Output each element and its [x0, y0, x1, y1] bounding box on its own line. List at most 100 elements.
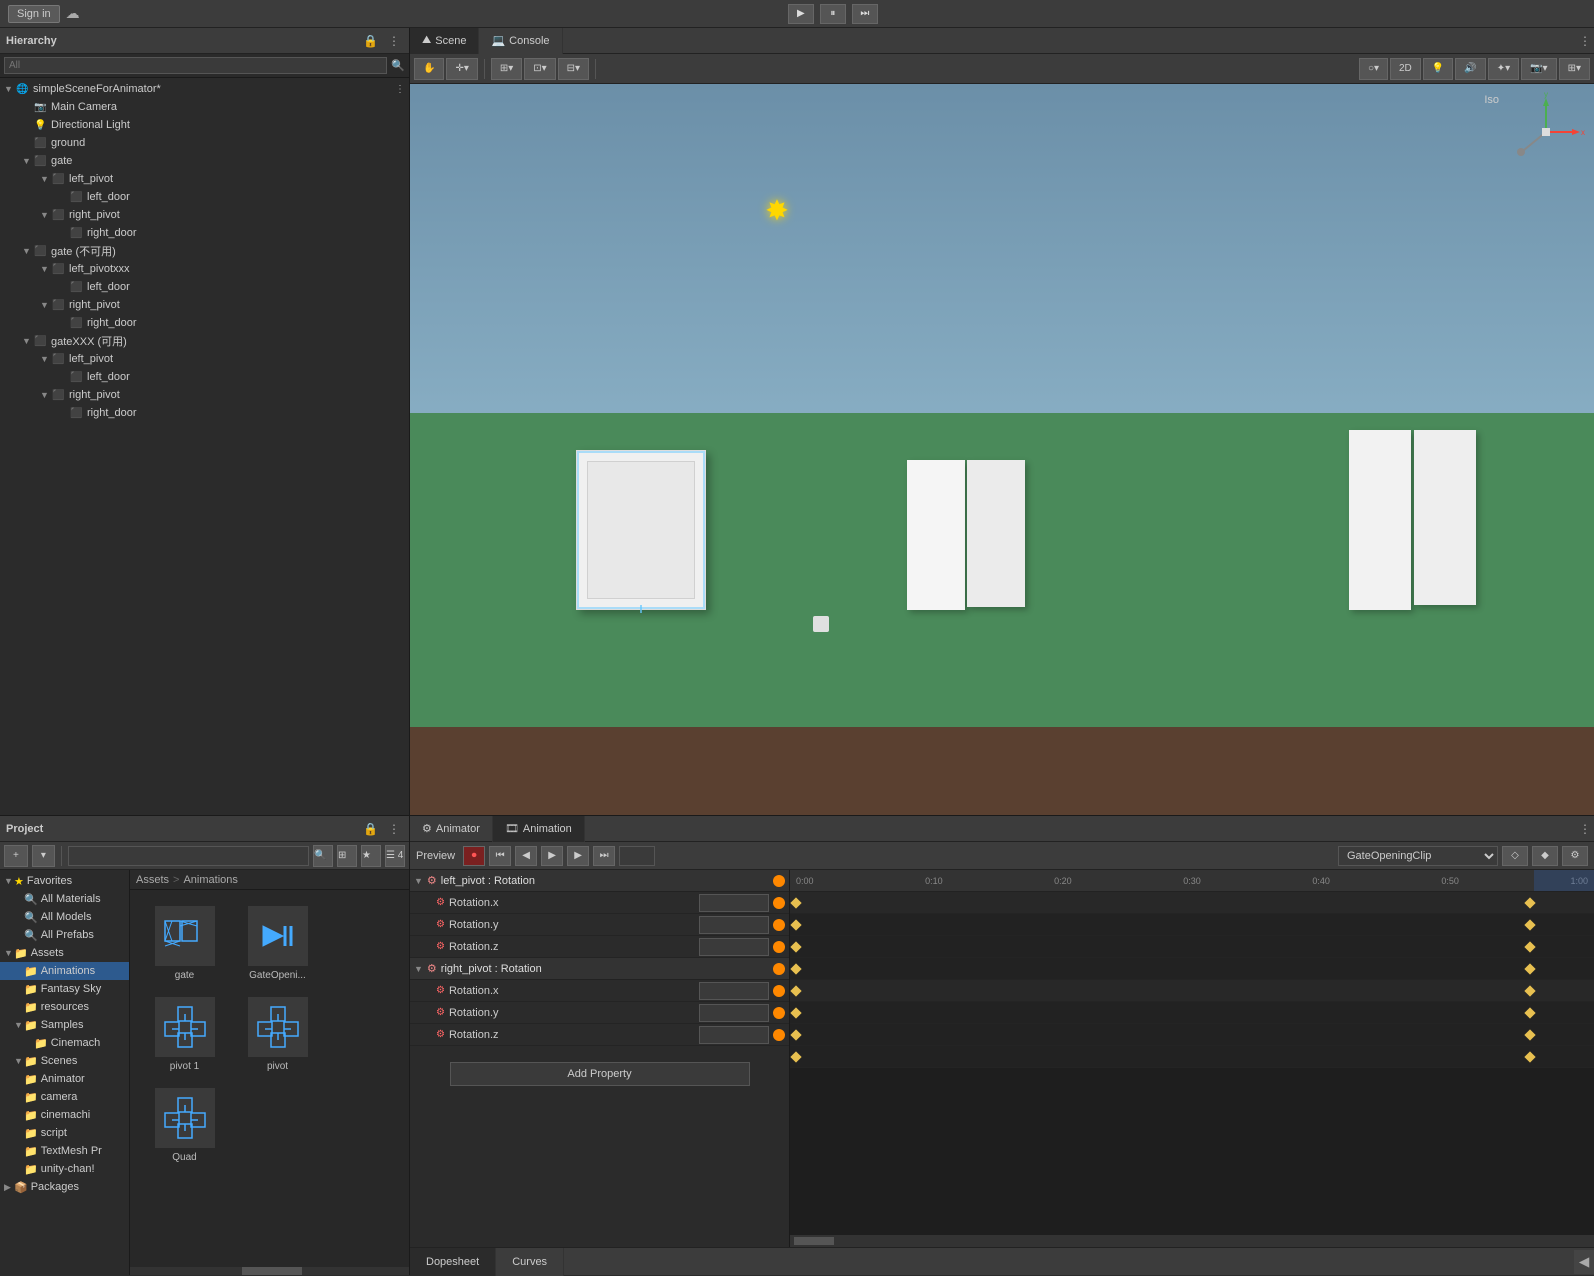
more-button[interactable]: ☰ 4 — [385, 845, 405, 867]
prop-keyframe-dot[interactable] — [773, 1029, 785, 1041]
hierarchy-item-left-pivot[interactable]: ▼ ⬛ left_pivot — [0, 170, 409, 188]
project-search-input[interactable] — [68, 846, 309, 866]
project-tree-resources[interactable]: 📁 resources — [0, 998, 129, 1016]
keyframe[interactable] — [1524, 963, 1535, 974]
prop-keyframe-dot[interactable] — [773, 919, 785, 931]
project-tree-favorites[interactable]: ▼ ★ Favorites — [0, 872, 129, 890]
gate-object-1[interactable] — [576, 450, 706, 610]
next-frame-button[interactable]: ▶ — [567, 846, 589, 866]
asset-item-gate-anim[interactable]: GateOpeni... — [235, 902, 320, 985]
step-button[interactable]: ⏭ — [852, 4, 878, 24]
hierarchy-item-left-door2[interactable]: ⬛ left_door — [0, 278, 409, 296]
hierarchy-item-dirlight[interactable]: 💡 Directional Light — [0, 116, 409, 134]
prev-frame-button[interactable]: ◀ — [515, 846, 537, 866]
prop-value-input[interactable]: 0 — [699, 1026, 769, 1044]
project-tree-all-materials[interactable]: 🔍 All Materials — [0, 890, 129, 908]
snap-button[interactable]: ⊡▾ — [524, 58, 555, 80]
move-tool-button[interactable]: ✛▾ — [446, 58, 477, 80]
scene-viewport[interactable]: ✸ — [410, 84, 1594, 815]
prev-keyframe-button[interactable]: ⏮ — [489, 846, 511, 866]
play-button[interactable]: ▶ — [788, 4, 814, 24]
asset-item-pivot[interactable]: pivot — [235, 993, 320, 1076]
hand-tool-button[interactable]: ✋ — [414, 58, 444, 80]
prop-value-input[interactable]: 0.188 — [699, 1004, 769, 1022]
project-tree-unity-chan[interactable]: 📁 unity-chan! — [0, 1160, 129, 1178]
project-tree-animations[interactable]: 📁 Animations — [0, 962, 129, 980]
keyframe[interactable] — [1524, 985, 1535, 996]
hierarchy-item-gate-disabled[interactable]: ▼ ⬛ gate (不可用) — [0, 242, 409, 260]
play-anim-button[interactable]: ▶ — [541, 846, 563, 866]
project-tree-cinemach[interactable]: 📁 Cinemach — [0, 1034, 129, 1052]
tab-animator[interactable]: ⚙ Animator — [410, 816, 493, 842]
breadcrumb-animations[interactable]: Animations — [183, 874, 237, 886]
prop-value-input[interactable]: 0 — [699, 982, 769, 1000]
hierarchy-item-left-pivotxxx[interactable]: ▼ ⬛ left_pivotxxx — [0, 260, 409, 278]
gizmo-widget[interactable]: y x — [1506, 92, 1586, 175]
hierarchy-item-right-pivot[interactable]: ▼ ⬛ right_pivot — [0, 206, 409, 224]
render-button[interactable]: ○▾ — [1359, 58, 1388, 80]
keyframe[interactable] — [790, 1051, 801, 1062]
prop-keyframe-dot[interactable] — [773, 985, 785, 997]
project-tree-cinemachi2[interactable]: 📁 cinemachi — [0, 1106, 129, 1124]
curves-button[interactable]: Curves — [496, 1248, 564, 1276]
hierarchy-search-input[interactable] — [4, 57, 387, 74]
gate-object-2[interactable] — [907, 460, 1025, 610]
add-property-button[interactable]: Add Property — [450, 1062, 750, 1086]
hierarchy-item-left-door[interactable]: ⬛ left_door — [0, 188, 409, 206]
scrollbar-thumb[interactable] — [242, 1267, 302, 1275]
prop-group-left-pivot[interactable]: ▼ ⚙ left_pivot : Rotation — [410, 870, 789, 892]
hierarchy-item-right-door[interactable]: ⬛ right_door — [0, 224, 409, 242]
group-keyframe-dot[interactable] — [773, 963, 785, 975]
keyframe[interactable] — [1524, 919, 1535, 930]
anim-menu-icon[interactable]: ⋮ — [1576, 821, 1594, 837]
keyframe[interactable] — [1524, 1029, 1535, 1040]
gate-object-3[interactable] — [1349, 430, 1476, 610]
save-project-button[interactable]: ▾ — [32, 845, 55, 867]
project-tree-packages[interactable]: ▶ 📦 Packages — [0, 1178, 129, 1196]
hierarchy-lock-icon[interactable]: 🔒 — [360, 33, 381, 49]
add-keyframe-button[interactable]: ◆ — [1532, 846, 1558, 866]
star-button[interactable]: ★ — [361, 845, 381, 867]
project-tree-scenes[interactable]: ▼ 📁 Scenes — [0, 1052, 129, 1070]
grid-button[interactable]: ⊞▾ — [491, 58, 522, 80]
timeline-scrollbar[interactable] — [790, 1235, 1594, 1247]
keyframe[interactable] — [1524, 1051, 1535, 1062]
pause-button[interactable]: ⏸ — [820, 4, 846, 24]
prop-value-input[interactable]: -0.188 — [699, 916, 769, 934]
keyframe-button[interactable]: ◇ — [1502, 846, 1528, 866]
keyframe[interactable] — [790, 897, 801, 908]
add-asset-button[interactable]: + — [4, 845, 28, 867]
keyframe[interactable] — [790, 1007, 801, 1018]
keyframe[interactable] — [1524, 897, 1535, 908]
record-button[interactable]: ⏺ — [463, 846, 485, 866]
keyframe[interactable] — [1524, 1007, 1535, 1018]
project-scrollbar[interactable] — [130, 1267, 409, 1275]
effects-button[interactable]: ✦▾ — [1488, 58, 1519, 80]
group-keyframe-dot[interactable] — [773, 875, 785, 887]
keyframe[interactable] — [790, 919, 801, 930]
project-tree-animator[interactable]: 📁 Animator — [0, 1070, 129, 1088]
timeline-scroll-left[interactable]: ◀ — [1574, 1250, 1594, 1274]
hierarchy-item-right-pivot2[interactable]: ▼ ⬛ right_pivot — [0, 296, 409, 314]
2d-button[interactable]: 2D — [1390, 58, 1421, 80]
project-tree-all-prefabs[interactable]: 🔍 All Prefabs — [0, 926, 129, 944]
project-menu-icon[interactable]: ⋮ — [385, 821, 403, 837]
keyframe[interactable] — [790, 985, 801, 996]
project-tree-fantasy-sky[interactable]: 📁 Fantasy Sky — [0, 980, 129, 998]
prop-keyframe-dot[interactable] — [773, 1007, 785, 1019]
hierarchy-item-right-door3[interactable]: ⬛ right_door — [0, 404, 409, 422]
project-tree-samples[interactable]: ▼ 📁 Samples — [0, 1016, 129, 1034]
anim-settings-button[interactable]: ⚙ — [1562, 846, 1588, 866]
hierarchy-item-left-pivot3[interactable]: ▼ ⬛ left_pivot — [0, 350, 409, 368]
filter-button[interactable]: ⊞ — [337, 845, 357, 867]
breadcrumb-assets[interactable]: Assets — [136, 874, 169, 886]
project-tree-assets[interactable]: ▼ 📁 Assets — [0, 944, 129, 962]
hierarchy-item-right-door2[interactable]: ⬛ right_door — [0, 314, 409, 332]
frame-number-input[interactable]: 2 — [619, 846, 655, 866]
hierarchy-item-camera[interactable]: 📷 Main Camera — [0, 98, 409, 116]
hierarchy-item-ground[interactable]: ⬛ ground — [0, 134, 409, 152]
dopesheet-button[interactable]: Dopesheet — [410, 1248, 496, 1276]
project-tree-all-models[interactable]: 🔍 All Models — [0, 908, 129, 926]
signin-button[interactable]: Sign in — [8, 5, 60, 23]
scene-cam-button[interactable]: 📷▾ — [1521, 58, 1556, 80]
